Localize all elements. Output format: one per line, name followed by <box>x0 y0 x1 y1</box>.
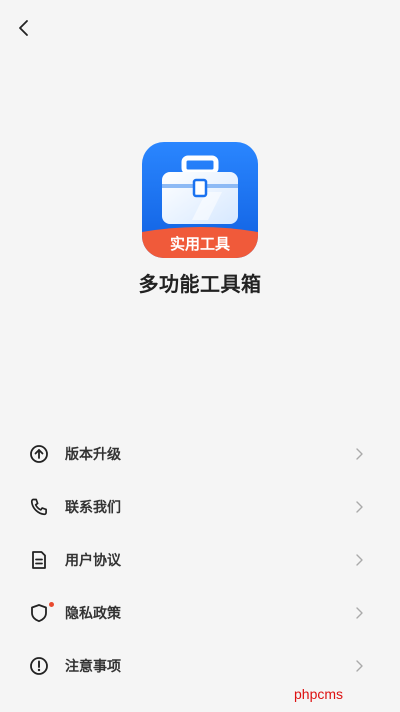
back-button[interactable] <box>10 14 38 42</box>
app-icon-badge-text: 实用工具 <box>170 235 230 253</box>
menu-item-label: 用户协议 <box>65 552 121 569</box>
chevron-right-icon <box>356 553 363 566</box>
menu-item-label: 版本升级 <box>65 446 121 463</box>
app-name: 多功能工具箱 <box>138 272 262 296</box>
menu-item-label: 联系我们 <box>65 499 121 516</box>
menu-item-notes[interactable]: 注意事项 <box>0 639 400 692</box>
chevron-left-icon <box>19 20 28 36</box>
chevron-right-icon <box>356 500 363 513</box>
settings-menu: 版本升级 联系我们 用户协议 隐私政策 注意事项 <box>0 427 400 692</box>
menu-item-label: 隐私政策 <box>65 605 121 622</box>
menu-item-privacy-policy[interactable]: 隐私政策 <box>0 586 400 639</box>
chevron-right-icon <box>356 447 363 460</box>
arrow-up-circle-icon <box>30 444 48 463</box>
watermark: phpcms <box>294 686 344 702</box>
notification-dot <box>49 602 54 607</box>
menu-item-upgrade[interactable]: 版本升级 <box>0 427 400 480</box>
chevron-right-icon <box>356 606 363 619</box>
chevron-right-icon <box>356 659 363 672</box>
app-logo: 实用工具 <box>142 142 258 258</box>
menu-item-user-agreement[interactable]: 用户协议 <box>0 533 400 586</box>
shield-icon <box>31 603 47 622</box>
menu-item-contact[interactable]: 联系我们 <box>0 480 400 533</box>
menu-item-label: 注意事项 <box>65 658 121 675</box>
exclamation-circle-icon <box>30 656 48 675</box>
document-icon <box>32 550 46 569</box>
phone-icon <box>30 498 47 515</box>
